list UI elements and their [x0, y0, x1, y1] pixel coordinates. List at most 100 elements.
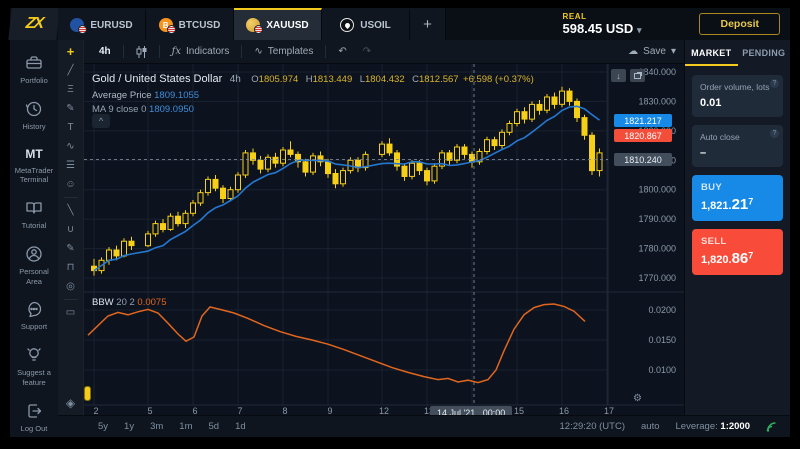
drawing-lock-tool[interactable]: ✎ [63, 242, 79, 255]
hide-tool[interactable]: ◎ [63, 280, 79, 293]
collapse-legend-button[interactable]: ^ [92, 114, 110, 128]
legend-timeframe: 4h [230, 74, 241, 85]
svg-text:8: 8 [282, 406, 287, 415]
sidebar-item-label: MetaTrader Terminal [11, 166, 57, 186]
timezone-auto[interactable]: auto [641, 421, 660, 432]
auto-close-value[interactable]: – [700, 147, 775, 159]
remove-tool[interactable]: ▭ [63, 306, 79, 319]
sidebar-item-portfolio[interactable]: Portfolio [10, 48, 58, 91]
range-1y[interactable]: 1y [124, 421, 134, 432]
trendline-tool[interactable]: ╱ [63, 64, 79, 77]
help-icon[interactable]: ? [770, 79, 779, 88]
candlestick-icon [136, 46, 147, 58]
cloud-icon: ☁ [628, 46, 638, 57]
sidebar-item-log-out[interactable]: Log Out [10, 396, 58, 439]
chart-legend: Gold / United States Dollar 4h O1805.974… [92, 69, 534, 115]
sidebar-item-tutorial[interactable]: Tutorial [10, 193, 58, 236]
fib-tool[interactable]: Ξ [63, 83, 79, 96]
range-5d[interactable]: 5d [209, 421, 220, 432]
svg-text:15: 15 [514, 406, 524, 415]
symbol-tab-label: USOIL [360, 20, 391, 31]
lines-tool[interactable]: ☰ [63, 159, 79, 172]
sidebar-item-metatrader-terminal[interactable]: MT MetaTrader Terminal [10, 140, 58, 191]
range-3m[interactable]: 3m [150, 421, 163, 432]
sidebar-item-label: Support [21, 322, 47, 332]
redo-icon: ↷ [363, 46, 371, 57]
restore-icon [634, 73, 641, 79]
sidebar-item-label: Portfolio [20, 76, 48, 86]
undo-button[interactable]: ↶ [331, 44, 353, 59]
redo-button[interactable]: ↷ [356, 44, 378, 59]
pattern-tool[interactable]: ∿ [63, 140, 79, 153]
symbol-tabs: EURUSDBTCUSDXAUUSD USOIL [58, 8, 410, 40]
gear-icon[interactable]: ⚙ [633, 393, 642, 404]
eur-flag-icon [70, 18, 84, 32]
mt-text-icon: MT [25, 145, 42, 163]
indicator-legend: BBW 20 2 0.0075 [92, 297, 166, 308]
order-volume-value[interactable]: 0.01 [700, 97, 775, 109]
auto-close-field[interactable]: ? Auto close – [692, 125, 783, 167]
overlay-value: 1809.0950 [149, 104, 194, 115]
us-flag-icon [78, 25, 87, 34]
close-value: 1812.567 [419, 74, 459, 85]
save-button[interactable]: ☁ Save ▾ [628, 46, 676, 57]
object-tree-tool[interactable]: ◈ [63, 396, 79, 409]
buy-button[interactable]: BUY 1,821.217 [692, 175, 783, 221]
emoji-tool[interactable]: ☺ [63, 178, 79, 191]
crosshair-time-badge: 14 Jul '21 00:00 [430, 406, 512, 415]
sell-button[interactable]: SELL 1,820.867 [692, 229, 783, 275]
briefcase-icon [24, 53, 44, 73]
chart-corner-buttons: ↓ [611, 69, 645, 82]
svg-text:1770.000: 1770.000 [638, 273, 676, 283]
range-5y[interactable]: 5y [98, 421, 108, 432]
text-tool[interactable]: T [63, 121, 79, 134]
sidebar-item-support[interactable]: Support [10, 294, 58, 337]
deposit-button[interactable]: Deposit [699, 13, 780, 35]
lock-tool[interactable]: ⊓ [63, 261, 79, 274]
ruler-tool[interactable]: ╲ [63, 204, 79, 217]
symbol-tab-eurusd[interactable]: EURUSD [58, 8, 146, 40]
sidebar-item-history[interactable]: History [10, 94, 58, 137]
us-flag-icon [254, 25, 263, 34]
sidebar-item-label: Tutorial [22, 221, 47, 231]
tab-pending[interactable]: PENDING [738, 40, 791, 66]
order-volume-field[interactable]: ? Order volume, lots 0.01 [692, 75, 783, 117]
symbol-tab-btcusd[interactable]: BTCUSD [146, 8, 234, 40]
chart[interactable]: 1840.0001830.0001820.0001810.0001800.000… [84, 64, 684, 415]
account-selector[interactable]: REAL 598.45 USD ▾ [562, 12, 641, 36]
candlestick-chart[interactable]: 1840.0001830.0001820.0001810.0001800.000… [84, 64, 684, 415]
timeframe-button[interactable]: 4h [92, 44, 118, 59]
restore-scale-button[interactable] [630, 69, 645, 82]
undo-icon: ↶ [338, 46, 346, 57]
account-type-badge: REAL [562, 12, 641, 21]
sidebar-item-suggest-a-feature[interactable]: Suggest a feature [10, 340, 58, 393]
svg-text:0.0150: 0.0150 [648, 335, 676, 345]
crosshair-tool[interactable]: + [63, 45, 79, 58]
range-buttons: 5y 1y 3m 1m 5d 1d [98, 421, 246, 432]
svg-text:1780.000: 1780.000 [638, 244, 676, 254]
magnet-tool[interactable]: ∪ [63, 223, 79, 236]
toolbar-divider [241, 45, 242, 58]
chart-type-button[interactable] [129, 44, 154, 60]
toolbar-divider [64, 197, 78, 198]
sidebar-item-personal-area[interactable]: Personal Area [10, 239, 58, 292]
tab-market[interactable]: MARKET [685, 40, 738, 66]
help-icon[interactable]: ? [770, 129, 779, 138]
range-1m[interactable]: 1m [179, 421, 192, 432]
download-chart-button[interactable]: ↓ [611, 69, 626, 82]
indicators-button[interactable]: ƒx Indicators [165, 44, 237, 59]
symbol-tab-usoil[interactable]: USOIL [322, 8, 410, 40]
overlay-value: 1809.1055 [154, 90, 199, 101]
symbol-tab-xauusd[interactable]: XAUUSD [234, 8, 322, 40]
toolbar-divider [123, 45, 124, 58]
high-value: 1813.449 [313, 74, 353, 85]
sidebar-item-label: Personal Area [11, 267, 57, 287]
app-logo[interactable]: ZX [8, 8, 59, 40]
sidebar-item-label: Log Out [21, 424, 48, 434]
range-1d[interactable]: 1d [235, 421, 246, 432]
templates-icon: ∿ [254, 46, 262, 57]
brush-tool[interactable]: ✎ [63, 102, 79, 115]
add-symbol-tab-button[interactable]: + [410, 8, 446, 40]
templates-button[interactable]: ∿ Templates [247, 44, 320, 59]
svg-text:5: 5 [147, 406, 152, 415]
